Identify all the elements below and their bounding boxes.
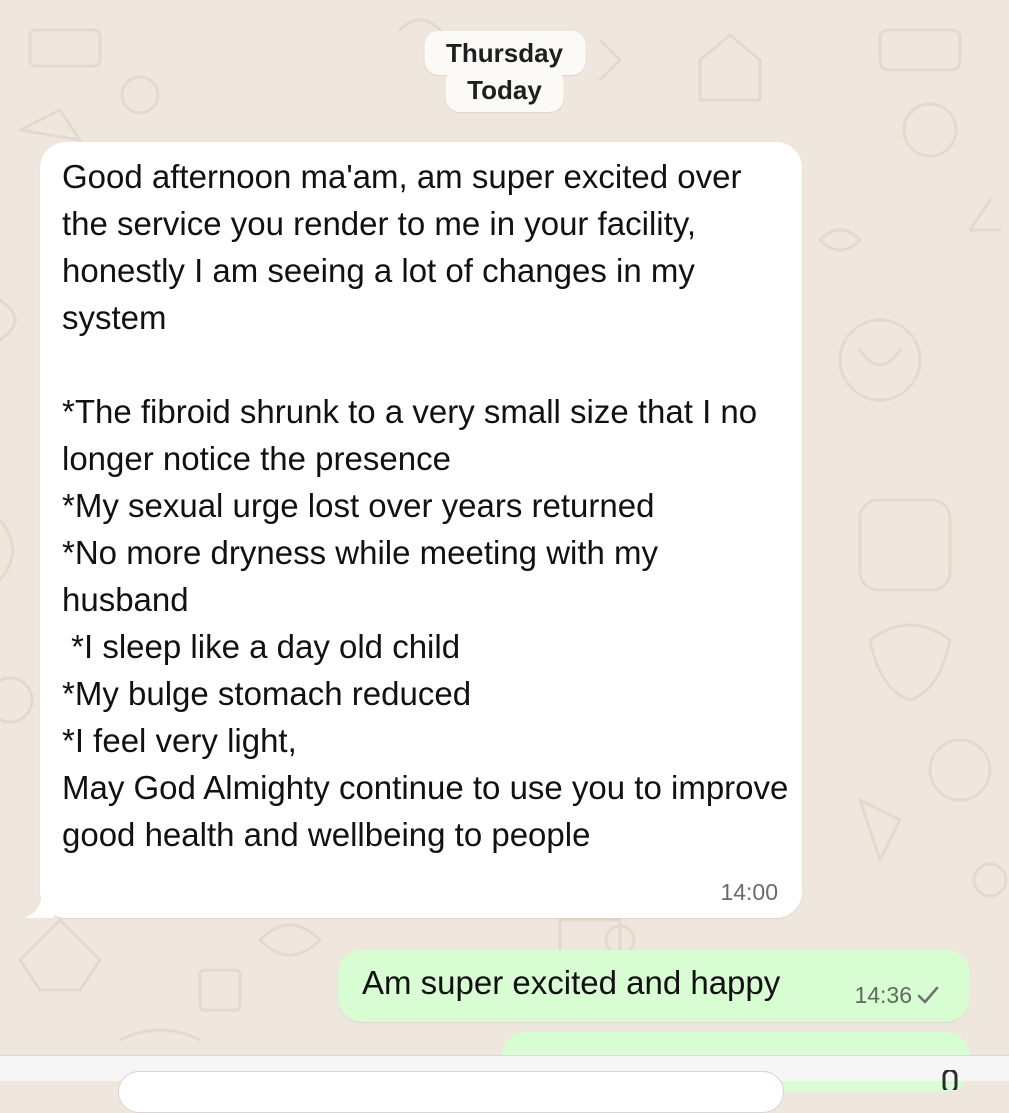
outgoing-message-meta: 14:36 — [854, 982, 940, 1009]
message-compose-bar — [0, 1055, 1009, 1113]
incoming-message-text: Good afternoon ma'am, am super excited o… — [62, 158, 789, 853]
message-input[interactable] — [118, 1071, 784, 1113]
incoming-message-time: 14:00 — [720, 879, 778, 905]
bubble-tail-icon — [24, 890, 54, 918]
microphone-icon[interactable] — [936, 1070, 964, 1090]
outgoing-message-bubble[interactable]: Am super excited and happy 14:36 — [338, 950, 970, 1022]
date-divider-today: Today — [445, 68, 564, 112]
incoming-message-bubble[interactable]: Good afternoon ma'am, am super excited o… — [24, 142, 802, 918]
single-check-icon — [917, 986, 939, 1004]
outgoing-message-text: Am super excited and happy — [362, 964, 781, 1001]
outgoing-message-time: 14:36 — [854, 982, 912, 1008]
